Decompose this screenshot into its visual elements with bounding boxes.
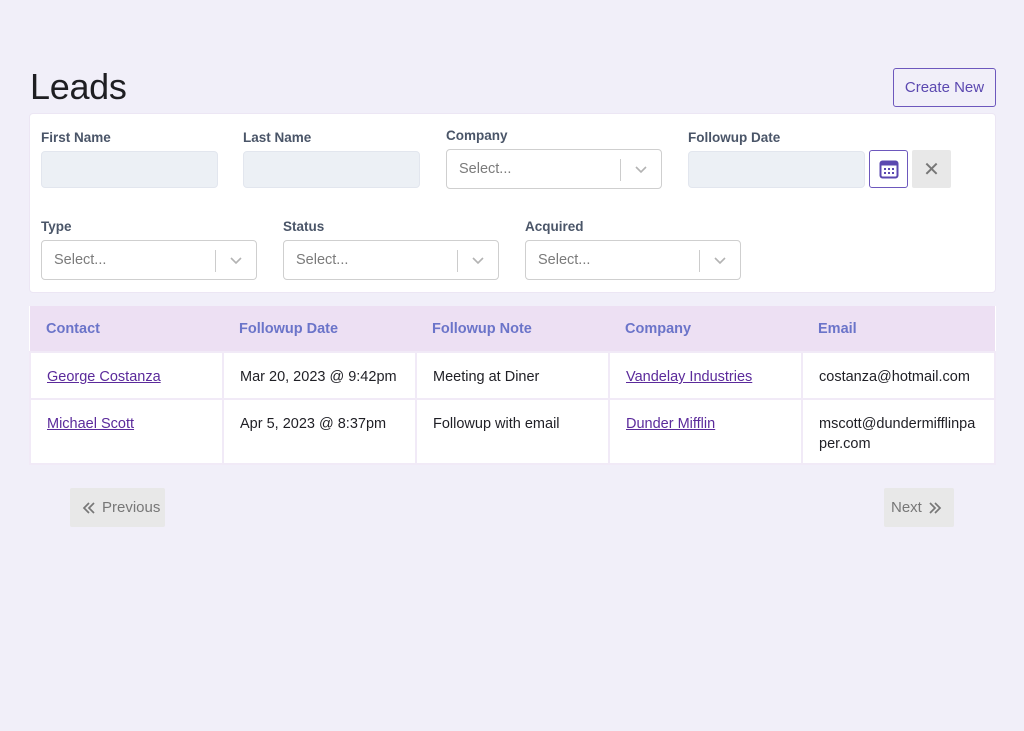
filter-panel: First Name Last Name Company Select... F… — [29, 113, 996, 293]
contact-link[interactable]: Michael Scott — [47, 416, 134, 432]
status-select[interactable]: Select... — [283, 240, 499, 280]
email-cell: costanza@hotmail.com — [801, 351, 996, 400]
status-select-placeholder: Select... — [296, 252, 349, 268]
company-label: Company — [446, 128, 508, 143]
select-separator — [457, 250, 458, 272]
column-header-followup-date[interactable]: Followup Date — [223, 306, 416, 352]
acquired-select[interactable]: Select... — [525, 240, 741, 280]
clear-date-button[interactable]: ✕ — [912, 150, 951, 188]
company-select[interactable]: Select... — [446, 149, 662, 189]
acquired-select-placeholder: Select... — [538, 252, 591, 268]
chevrons-right-icon — [929, 501, 942, 514]
first-name-input[interactable] — [41, 151, 218, 188]
column-header-company[interactable]: Company — [609, 306, 802, 352]
company-link[interactable]: Dunder Mifflin — [626, 416, 715, 432]
email-cell: mscott@dundermifflinpaper.com — [801, 398, 996, 465]
last-name-label: Last Name — [243, 130, 312, 145]
status-label: Status — [283, 219, 325, 234]
select-separator — [699, 250, 700, 272]
type-label: Type — [41, 219, 72, 234]
chevron-down-icon[interactable] — [228, 252, 244, 268]
followup-note-cell: Followup with email — [415, 398, 610, 465]
close-icon: ✕ — [923, 158, 940, 181]
type-select[interactable]: Select... — [41, 240, 257, 280]
company-cell: Vandelay Industries — [608, 351, 803, 400]
column-header-contact[interactable]: Contact — [30, 306, 223, 352]
chevron-down-icon[interactable] — [470, 252, 486, 268]
chevron-down-icon[interactable] — [633, 161, 649, 177]
contact-cell: George Costanza — [29, 351, 224, 400]
followup-date-cell: Apr 5, 2023 @ 8:37pm — [222, 398, 417, 465]
first-name-label: First Name — [41, 130, 111, 145]
previous-label: Previous — [102, 499, 161, 516]
calendar-icon — [879, 160, 898, 178]
company-select-placeholder: Select... — [459, 161, 512, 177]
calendar-button[interactable] — [869, 150, 908, 188]
contact-cell: Michael Scott — [29, 398, 224, 465]
chevrons-left-icon — [82, 501, 95, 514]
page-title: Leads — [30, 66, 127, 107]
followup-note-cell: Meeting at Diner — [415, 351, 610, 400]
next-button[interactable]: Next — [884, 488, 954, 527]
column-header-followup-note[interactable]: Followup Note — [416, 306, 609, 352]
last-name-input[interactable] — [243, 151, 420, 188]
acquired-label: Acquired — [525, 219, 584, 234]
followup-date-input[interactable] — [688, 151, 865, 188]
chevron-down-icon[interactable] — [712, 252, 728, 268]
next-label: Next — [891, 499, 922, 516]
contact-link[interactable]: George Costanza — [47, 369, 161, 385]
create-new-button[interactable]: Create New — [893, 68, 996, 107]
company-link[interactable]: Vandelay Industries — [626, 369, 752, 385]
table-row: George Costanza Mar 20, 2023 @ 9:42pm Me… — [29, 351, 996, 400]
followup-date-cell: Mar 20, 2023 @ 9:42pm — [222, 351, 417, 400]
previous-button[interactable]: Previous — [70, 488, 165, 527]
table-header-row: Contact Followup Date Followup Note Comp… — [30, 306, 995, 352]
company-cell: Dunder Mifflin — [608, 398, 803, 465]
leads-table: Contact Followup Date Followup Note Comp… — [29, 306, 996, 465]
type-select-placeholder: Select... — [54, 252, 107, 268]
column-header-email[interactable]: Email — [802, 306, 995, 352]
select-separator — [215, 250, 216, 272]
select-separator — [620, 159, 621, 181]
followup-date-label: Followup Date — [688, 130, 781, 145]
table-row: Michael Scott Apr 5, 2023 @ 8:37pm Follo… — [29, 398, 996, 465]
